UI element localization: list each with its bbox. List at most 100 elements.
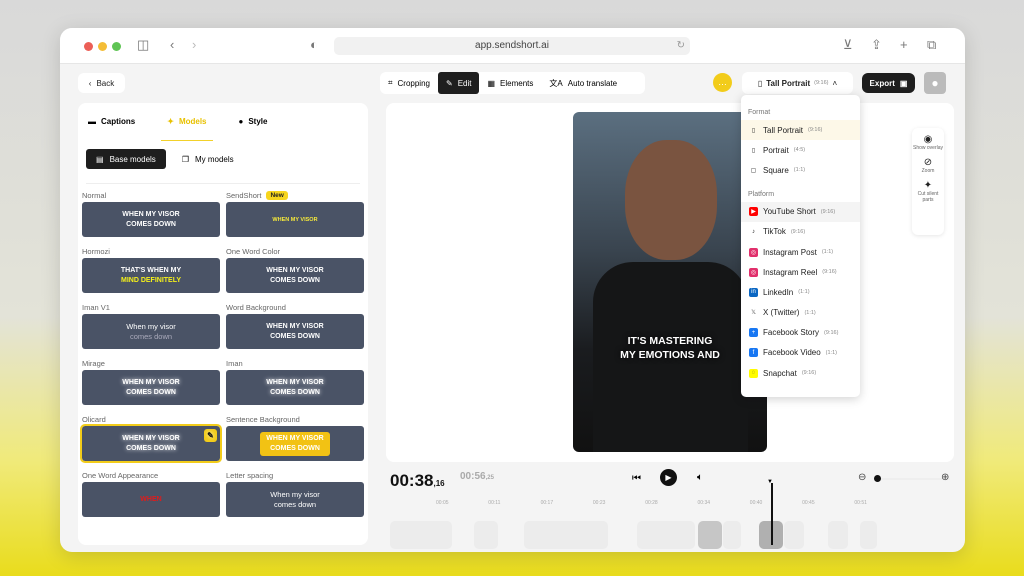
edit-pencil-icon[interactable]: ✎ xyxy=(204,429,217,442)
clip-segment[interactable] xyxy=(698,521,722,549)
download-icon[interactable]: ⊻ xyxy=(843,37,853,53)
skip-back-icon[interactable]: ⏮ xyxy=(632,473,641,484)
model-sendshort[interactable]: SendShort New WHEN MY VISOR xyxy=(226,189,364,245)
phone-icon: ▯ xyxy=(751,127,756,134)
model-preview-card[interactable]: When my visor comes down xyxy=(82,314,220,349)
model-preview-card[interactable]: WHEN MY VISOR COMES DOWN xyxy=(226,426,364,461)
tab-models[interactable]: ✦ Models xyxy=(161,117,213,141)
model-preview-card[interactable]: WHEN MY VISOR COMES DOWN xyxy=(226,314,364,349)
format-option[interactable]: ▢ Square (1:1) xyxy=(741,160,860,180)
base-models-button[interactable]: ▤ Base models xyxy=(86,149,166,169)
platform-option[interactable]: ◎ Instagram Reel (9:16) xyxy=(741,262,860,282)
model-one-word-appearance[interactable]: One Word Appearance WHEN xyxy=(82,469,220,525)
platform-option[interactable]: ◌ Snapchat (9:16) xyxy=(741,363,860,383)
forward-nav-icon[interactable]: › xyxy=(192,37,196,52)
zoom-out-icon[interactable]: ⊖ xyxy=(858,472,866,483)
platform-option[interactable]: + Facebook Story (9:16) xyxy=(741,323,860,343)
tiktok-icon: ♪ xyxy=(752,228,755,235)
model-preview-card[interactable]: WHEN MY VISOR COMES DOWN xyxy=(226,258,364,293)
model-preview-card[interactable]: WHEN MY VISOR COMES DOWN ✎ xyxy=(80,424,222,463)
format-option[interactable]: ▯ Portrait (4:5) xyxy=(741,140,860,160)
caption-preview-line: WHEN xyxy=(140,495,162,503)
clip-segment[interactable] xyxy=(390,521,452,549)
platform-option[interactable]: 𝕏 X (Twitter) (1:1) xyxy=(741,303,860,323)
platform-option[interactable]: ▶ YouTube Short (9:16) xyxy=(741,201,860,222)
model-preview-card[interactable]: WHEN MY VISOR COMES DOWN xyxy=(82,370,220,405)
model-preview-card[interactable]: WHEN MY VISOR xyxy=(226,202,364,237)
model-word-background[interactable]: Word Background WHEN MY VISOR COMES DOWN xyxy=(226,301,364,357)
platform-option[interactable]: in LinkedIn (1:1) xyxy=(741,282,860,302)
url-bar[interactable]: app.sendshort.ai ↻ xyxy=(334,37,690,55)
tabs-icon[interactable]: ⧉ xyxy=(927,37,936,53)
model-preview-card[interactable]: WHEN MY VISOR COMES DOWN xyxy=(226,370,364,405)
option-ratio: (9:16) xyxy=(822,269,837,276)
tick-label: 00:23 xyxy=(592,500,606,506)
tool-cropping[interactable]: ⌗ Cropping xyxy=(380,72,438,94)
clip-segment[interactable] xyxy=(723,521,741,549)
cut-silent-button[interactable]: ✦ Cut silent parts xyxy=(912,180,944,203)
model-mirage[interactable]: Mirage WHEN MY VISOR COMES DOWN xyxy=(82,357,220,413)
model-iman[interactable]: Iman WHEN MY VISOR COMES DOWN xyxy=(226,357,364,413)
back-nav-icon[interactable]: ‹ xyxy=(170,37,174,52)
option-ratio: (1:1) xyxy=(825,349,837,356)
clip-segment[interactable] xyxy=(784,521,804,549)
clip-segment[interactable] xyxy=(524,521,608,549)
zoom-in-icon[interactable]: ⊕ xyxy=(941,472,949,483)
chat-icon[interactable]: … xyxy=(713,73,732,92)
tab-captions[interactable]: ▬ Captions xyxy=(88,117,135,141)
volume-icon[interactable]: 🔈︎ xyxy=(697,472,703,483)
close-window-button[interactable] xyxy=(84,42,93,51)
tool-edit[interactable]: ✎ Edit xyxy=(437,72,480,94)
shield-icon[interactable]: ◐ xyxy=(310,37,318,52)
platform-option[interactable]: f Facebook Video (1:1) xyxy=(741,343,860,363)
platform-option[interactable]: ◎ Instagram Post (1:1) xyxy=(741,242,860,262)
model-hormozi[interactable]: Hormozi THAT'S WHEN MY MIND DEFINITELY xyxy=(82,245,220,301)
model-grid: Normal WHEN MY VISOR COMES DOWN SendShort Ne… xyxy=(80,189,364,525)
avatar[interactable]: ● xyxy=(924,72,946,94)
model-normal[interactable]: Normal WHEN MY VISOR COMES DOWN xyxy=(82,189,220,245)
model-olicard[interactable]: Olicard WHEN MY VISOR COMES DOWN ✎ xyxy=(80,413,222,469)
model-preview-card[interactable]: WHEN xyxy=(82,482,220,517)
tab-label: Models xyxy=(178,117,207,126)
clip-segment[interactable] xyxy=(637,521,695,549)
clip-segment[interactable] xyxy=(828,521,848,549)
caption-preview-line: COMES DOWN xyxy=(270,388,320,396)
reload-icon[interactable]: ↻ xyxy=(677,37,685,55)
zoom-slider[interactable] xyxy=(874,475,950,482)
minimize-window-button[interactable] xyxy=(98,42,107,51)
playhead[interactable] xyxy=(771,483,773,545)
zoom-slider-handle[interactable] xyxy=(874,475,881,482)
playhead-marker-icon[interactable]: ▼ xyxy=(767,479,773,485)
model-preview-card[interactable]: THAT'S WHEN MY MIND DEFINITELY xyxy=(82,258,220,293)
new-tab-icon[interactable]: + xyxy=(900,37,908,52)
tool-auto-translate[interactable]: 文A Auto translate xyxy=(541,72,625,94)
tool-elements[interactable]: ▦ Elements xyxy=(479,72,541,94)
show-overlay-button[interactable]: ◉ Show overlay xyxy=(912,134,944,151)
platform-option[interactable]: ♪ TikTok (9:16) xyxy=(741,222,860,242)
chevron-left-icon: ‹ xyxy=(88,78,92,88)
my-models-button[interactable]: ❐ My models xyxy=(172,149,244,169)
format-option[interactable]: ▯ Tall Portrait (9:16) xyxy=(741,120,860,141)
share-icon[interactable]: ⇪ xyxy=(871,37,882,53)
model-name: SendShort xyxy=(226,191,262,200)
model-preview-card[interactable]: WHEN MY VISOR COMES DOWN xyxy=(82,202,220,237)
model-sentence-background[interactable]: Sentence Background WHEN MY VISOR COMES DO… xyxy=(226,413,364,469)
format-dropdown-button[interactable]: ▯ Tall Portrait (9:16) ˄ xyxy=(742,72,853,94)
video-preview[interactable]: IT'S MASTERING MY EMOTIONS AND xyxy=(573,112,767,452)
model-one-word-color[interactable]: One Word Color WHEN MY VISOR COMES DOWN xyxy=(226,245,364,301)
caption-preview-line: COMES DOWN xyxy=(270,332,320,340)
maximize-window-button[interactable] xyxy=(112,42,121,51)
tab-style[interactable]: ● Style xyxy=(239,117,268,141)
caption-preview-line: COMES DOWN xyxy=(270,276,320,284)
play-button[interactable]: ▶ xyxy=(660,469,677,486)
model-letter-spacing[interactable]: Letter spacing When my visor comes down xyxy=(226,469,364,525)
export-button[interactable]: Export ▣ xyxy=(862,73,915,93)
model-iman-v1[interactable]: Iman V1 When my visor comes down xyxy=(82,301,220,357)
zoom-button[interactable]: ⊘ Zoom xyxy=(912,157,944,174)
sidebar-toggle-icon[interactable]: ◫ xyxy=(137,37,149,53)
back-button[interactable]: ‹ Back xyxy=(78,73,125,93)
model-preview-card[interactable]: When my visor comes down xyxy=(226,482,364,517)
clip-segment[interactable] xyxy=(860,521,877,549)
model-name: Normal xyxy=(82,191,107,200)
clip-segment[interactable] xyxy=(474,521,498,549)
